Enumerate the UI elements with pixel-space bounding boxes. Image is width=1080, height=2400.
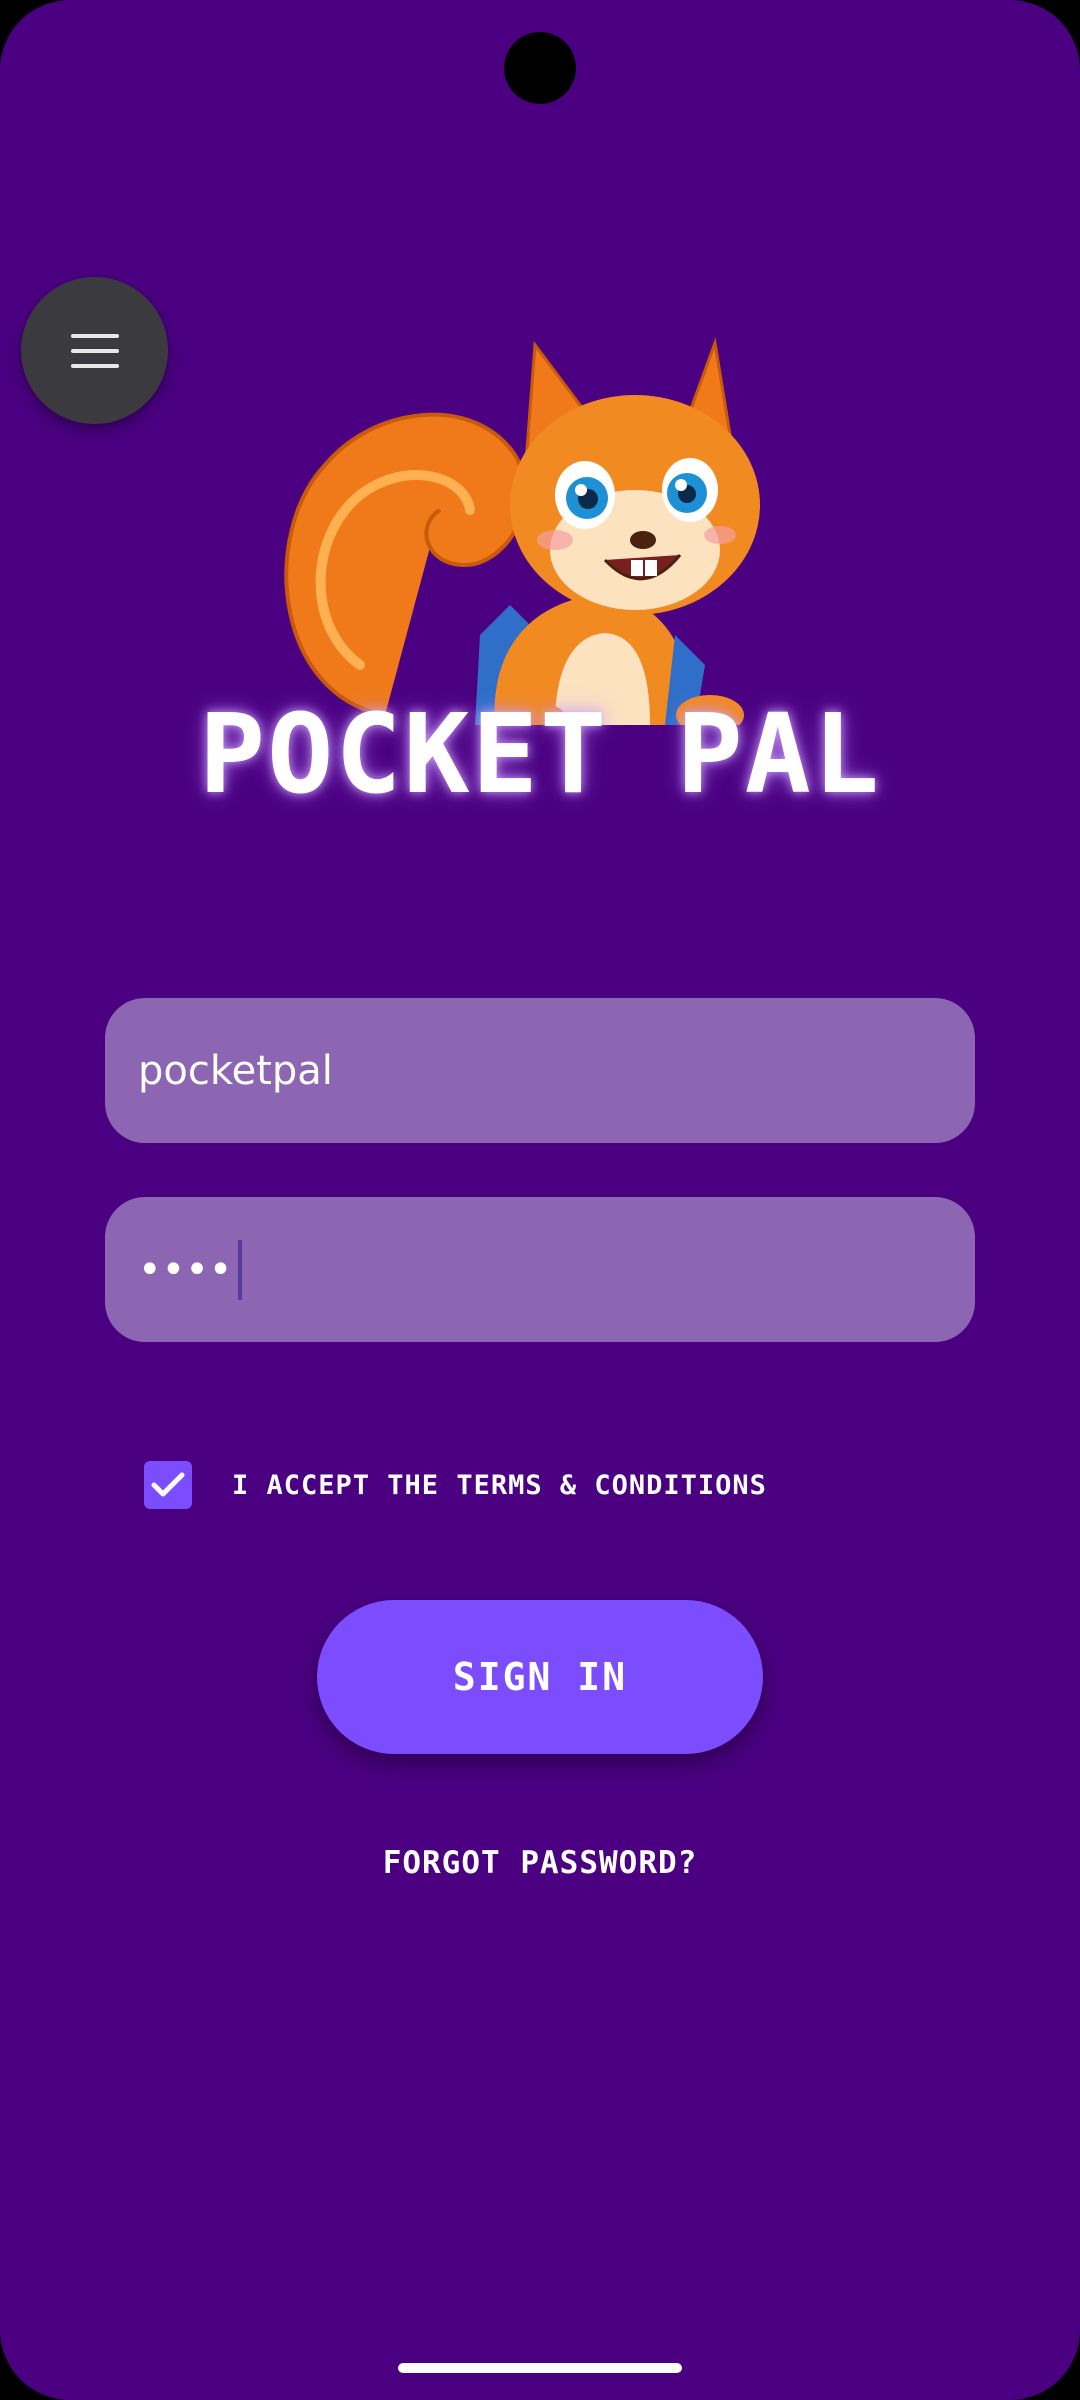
brand-title: POCKET PAL [198,690,882,818]
squirrel-mascot-icon [284,337,760,725]
terms-label: I ACCEPT THE TERMS & CONDITIONS [232,1470,767,1501]
username-field[interactable]: pocketpal [105,998,975,1143]
menu-button[interactable] [21,277,168,424]
password-field[interactable]: •••• [105,1197,975,1342]
front-camera [504,32,576,104]
text-cursor [238,1239,243,1300]
terms-checkbox[interactable] [144,1461,192,1509]
checkmark-icon [151,1472,185,1497]
hamburger-menu-icon [70,333,119,368]
home-indicator[interactable] [398,2363,682,2373]
sign-in-button[interactable]: SIGN IN [317,1600,763,1754]
password-value: •••• [138,1246,233,1293]
login-screen: POCKET PAL pocketpal •••• I ACCEPT THE T… [0,0,1080,2400]
forgot-password-link[interactable]: FORGOT PASSWORD? [0,1845,1080,1881]
username-value: pocketpal [138,1047,333,1094]
